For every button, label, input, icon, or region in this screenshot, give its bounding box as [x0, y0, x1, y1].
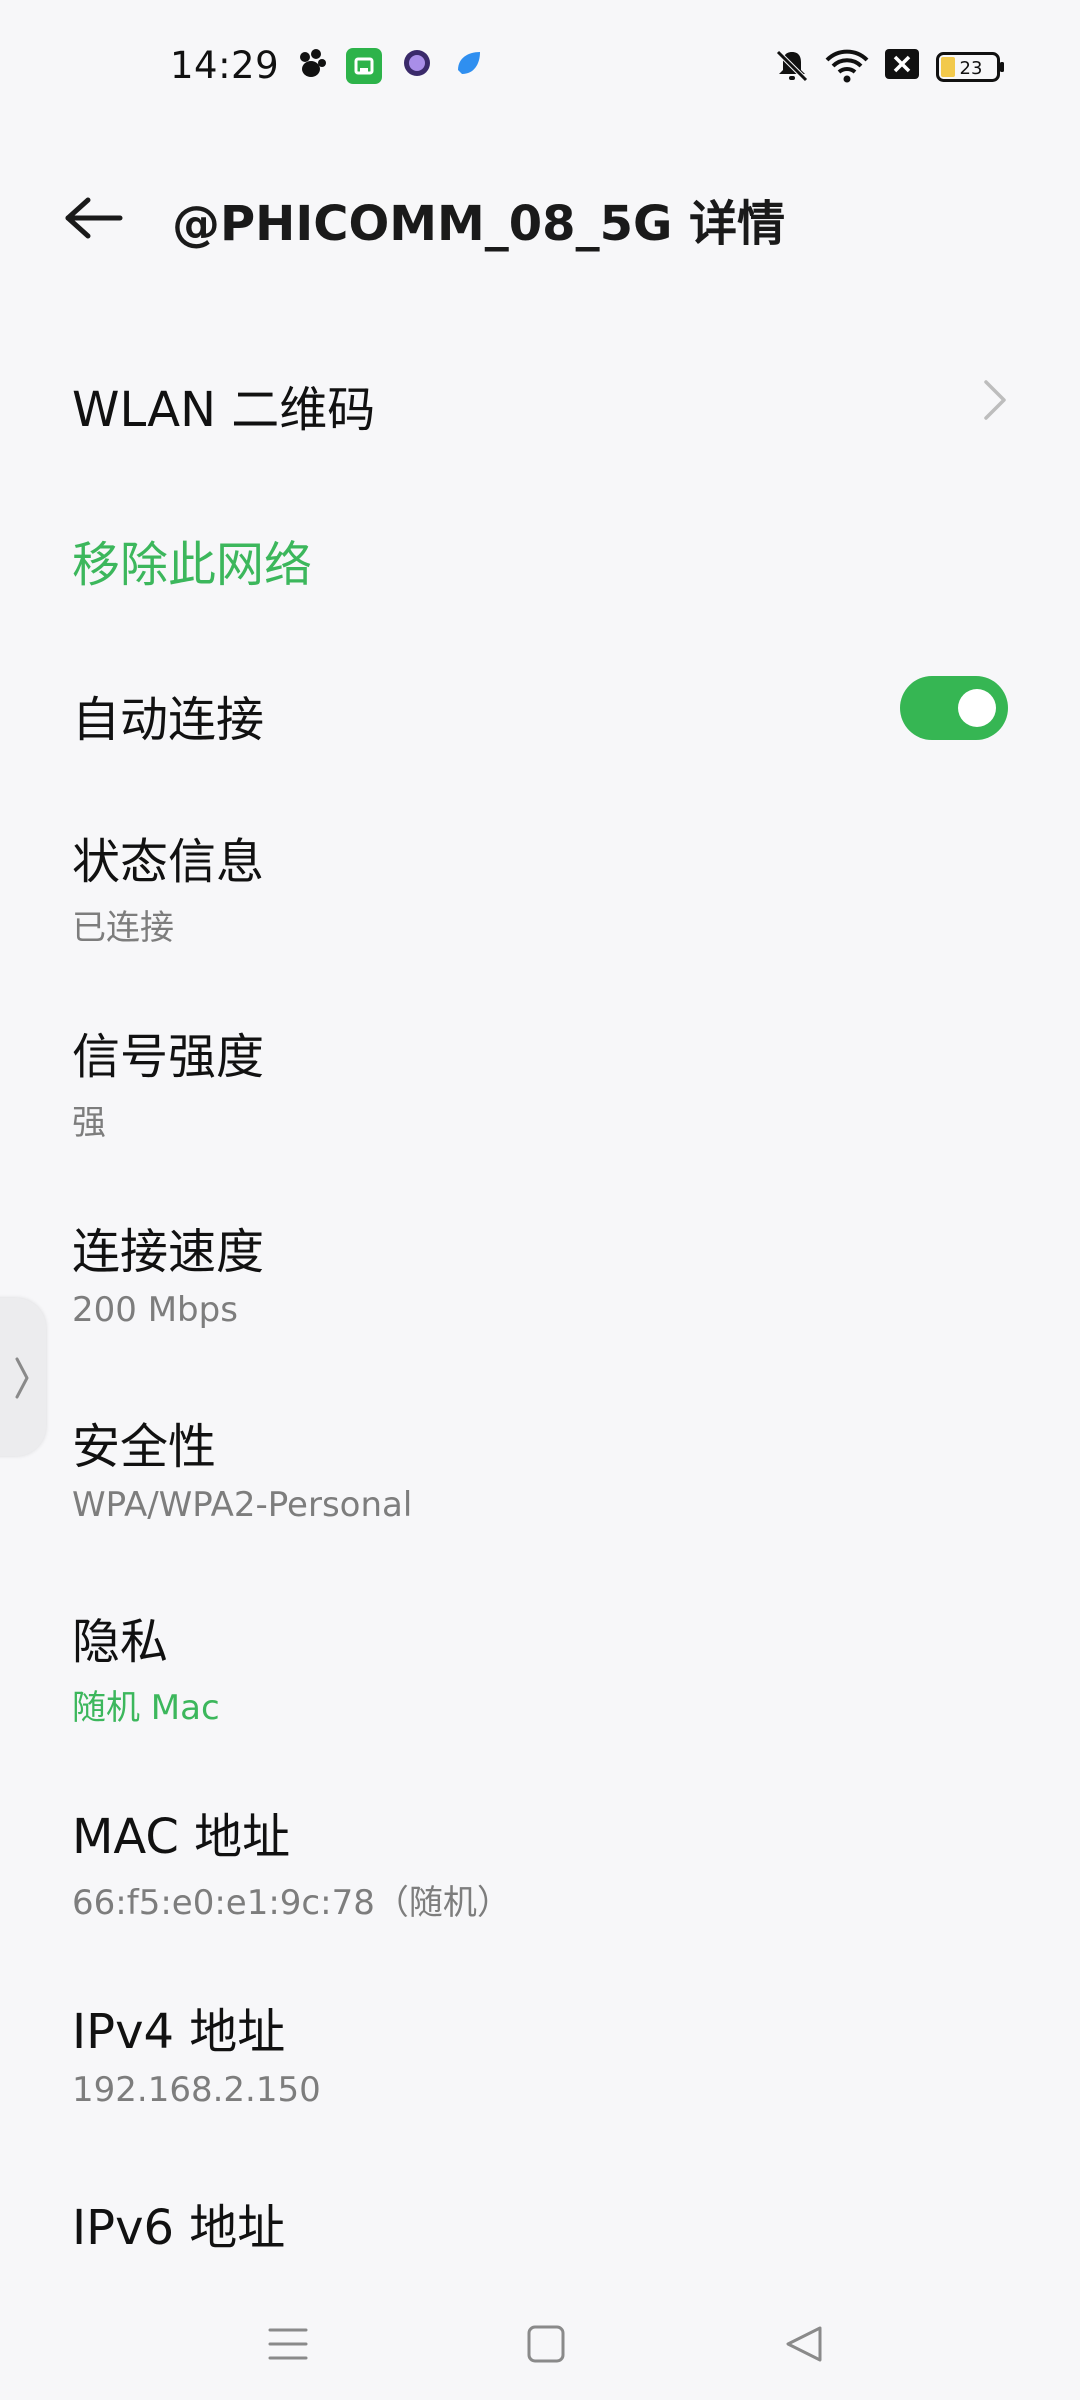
security-row: 安全性 WPA/WPA2-Personal: [0, 1407, 1080, 1547]
security-label: 安全性: [72, 1419, 217, 1475]
status-bar: 14:29 23: [0, 0, 1080, 136]
battery-level: 23: [960, 58, 983, 79]
ipv4-row: IPv4 地址 192.168.2.150: [0, 1992, 1080, 2132]
remove-network-button[interactable]: 移除此网络: [0, 515, 1080, 595]
auto-connect-label: 自动连接: [72, 692, 265, 748]
link-speed-value: 200 Mbps: [72, 1290, 238, 1330]
wifi-icon: [824, 48, 870, 88]
wifi-details-screen: 14:29 23 @PHICOMM_08_5G 详情 WLAN 二维码 移除此网…: [0, 0, 1080, 2400]
mac-address-row: MAC 地址 66:f5:e0:e1:9c:78（随机）: [0, 1797, 1080, 1937]
mac-address-label: MAC 地址: [72, 1809, 291, 1865]
wlan-qr-row[interactable]: WLAN 二维码: [0, 360, 1080, 440]
back-button[interactable]: [56, 180, 132, 256]
chevron-right-icon: [15, 1357, 29, 1399]
signal-strength-label: 信号强度: [72, 1029, 265, 1085]
home-icon: [527, 2325, 565, 2363]
privacy-row[interactable]: 隐私 随机 Mac: [0, 1602, 1080, 1742]
blue-app-icon: [454, 48, 484, 82]
status-info-label: 状态信息: [72, 834, 265, 890]
ipv6-label: IPv6 地址: [72, 2200, 286, 2256]
home-button[interactable]: [514, 2312, 578, 2376]
recents-button[interactable]: [256, 2312, 320, 2376]
remove-network-label: 移除此网络: [72, 537, 313, 593]
back-arrow-icon: [65, 197, 123, 239]
security-value: WPA/WPA2-Personal: [72, 1485, 413, 1525]
menu-icon: [268, 2328, 308, 2360]
mute-icon: [774, 48, 810, 88]
toggle-knob: [958, 689, 996, 727]
back-triangle-icon: [786, 2326, 822, 2362]
paw-app-icon: [296, 48, 328, 84]
signal-strength-value: 强: [72, 1103, 106, 1143]
link-speed-row: 连接速度 200 Mbps: [0, 1212, 1080, 1352]
page-title: @PHICOMM_08_5G 详情: [172, 196, 786, 252]
battery-icon: 23: [936, 52, 1006, 86]
privacy-value: 随机 Mac: [72, 1688, 220, 1728]
no-sim-icon: [884, 48, 920, 84]
signal-strength-row: 信号强度 强: [0, 1017, 1080, 1157]
chevron-right-icon: [982, 378, 1008, 426]
privacy-label: 隐私: [72, 1614, 169, 1670]
green-store-icon: [346, 48, 382, 88]
side-panel-handle[interactable]: [0, 1298, 46, 1456]
ipv4-label: IPv4 地址: [72, 2004, 286, 2060]
status-info-value: 已连接: [72, 908, 174, 948]
top-app-bar: @PHICOMM_08_5G 详情: [0, 150, 1080, 280]
mac-address-value: 66:f5:e0:e1:9c:78（随机）: [72, 1883, 511, 1923]
auto-connect-row[interactable]: 自动连接: [0, 670, 1080, 750]
status-info-row: 状态信息 已连接: [0, 822, 1080, 962]
purple-circle-app-icon: [402, 48, 432, 82]
link-speed-label: 连接速度: [72, 1224, 265, 1280]
back-nav-button[interactable]: [772, 2312, 836, 2376]
wlan-qr-label: WLAN 二维码: [72, 382, 376, 438]
status-time: 14:29: [170, 44, 280, 87]
auto-connect-toggle[interactable]: [900, 676, 1008, 740]
ipv4-value: 192.168.2.150: [72, 2070, 321, 2110]
ipv6-row: IPv6 地址: [0, 2188, 1080, 2268]
navigation-bar: [0, 2290, 1080, 2400]
